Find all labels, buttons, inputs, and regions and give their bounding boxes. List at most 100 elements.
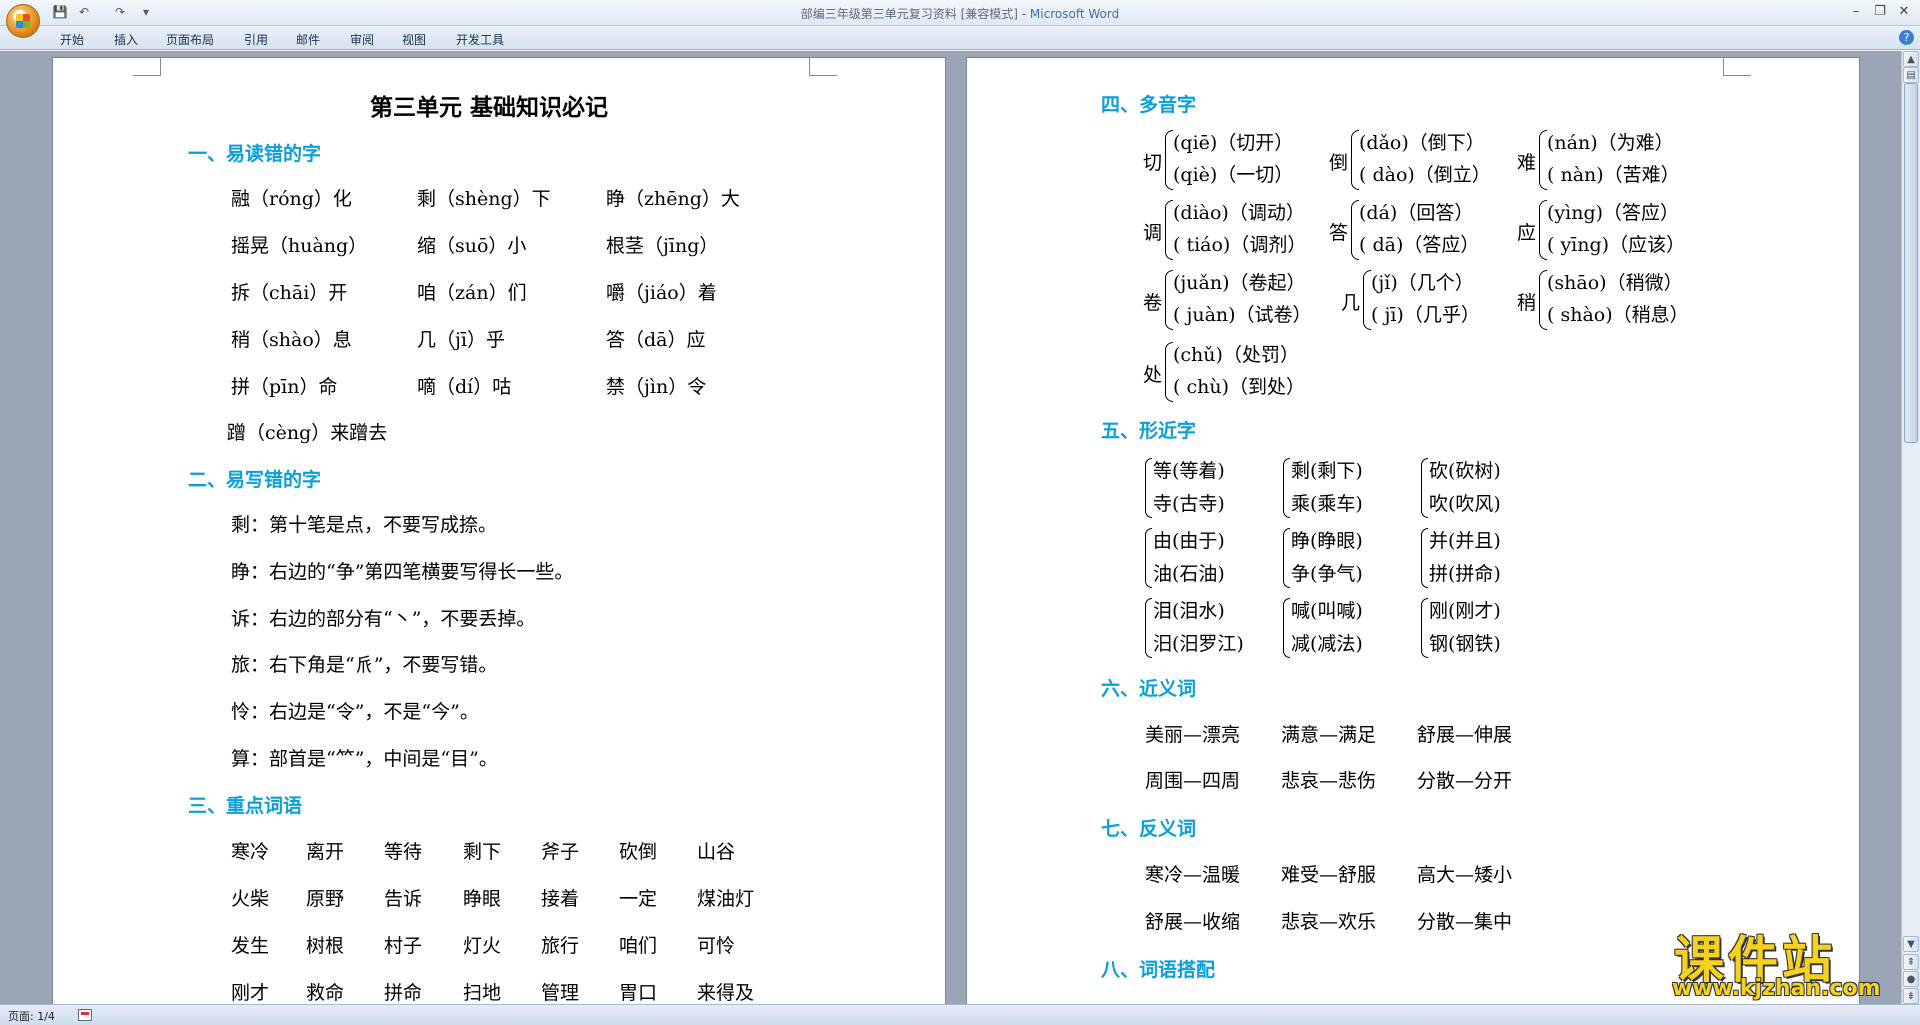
polyphone-char: 处 bbox=[1143, 364, 1163, 386]
office-button[interactable] bbox=[6, 4, 40, 38]
brace bbox=[1351, 200, 1359, 260]
brace bbox=[1539, 130, 1547, 190]
writing-note: 算：部首是“⺮”，中间是“目”。 bbox=[231, 748, 498, 770]
vertical-scrollbar[interactable]: ▲ ▤ ▼ ⇞ ● ⇟ bbox=[1901, 51, 1920, 1004]
similar-char: 喊(叫喊) bbox=[1291, 600, 1363, 622]
document-workspace: 第三单元 基础知识必记 一、易读错的字 融（róng）化 剩（shèng）下 睁… bbox=[0, 51, 1901, 1004]
section-heading: 五、形近字 bbox=[1101, 420, 1197, 442]
word-pair: 舒展—收缩 bbox=[1145, 911, 1241, 933]
writing-note: 剩：第十笔是点，不要写成捺。 bbox=[231, 514, 498, 536]
reading: ( jī)（几乎） bbox=[1371, 304, 1480, 326]
help-icon[interactable]: ? bbox=[1899, 30, 1914, 45]
pinyin-item: 摇晃（huàng） bbox=[231, 235, 368, 257]
brace bbox=[1539, 270, 1547, 330]
word-pair: 寒冷—温暖 bbox=[1145, 864, 1241, 886]
brace bbox=[1363, 270, 1371, 330]
vocab-word: 火柴 bbox=[231, 888, 270, 910]
tab-mailings[interactable]: 邮件 bbox=[296, 31, 320, 48]
reading: (qiē)（切开） bbox=[1173, 132, 1294, 154]
similar-char: 剩(剩下) bbox=[1291, 460, 1363, 482]
similar-char: 吹(吹风) bbox=[1429, 493, 1501, 515]
pinyin-item: 缩（suō）小 bbox=[417, 235, 527, 257]
vocab-word: 山谷 bbox=[697, 841, 736, 863]
brace bbox=[1145, 458, 1152, 518]
pinyin-item: 几（jī）乎 bbox=[417, 329, 505, 351]
similar-char: 汨(汨罗江) bbox=[1153, 633, 1244, 655]
word-pair: 分散—集中 bbox=[1417, 911, 1513, 933]
pinyin-item: 拆（chāi）开 bbox=[231, 282, 348, 304]
status-bar: 页面: 1/4 bbox=[0, 1004, 1920, 1025]
vocab-word: 来得及 bbox=[697, 982, 755, 1004]
crop-mark bbox=[1723, 58, 1751, 76]
pinyin-item: 睁（zhēng）大 bbox=[606, 188, 740, 210]
reading: ( nàn)（苦难） bbox=[1547, 164, 1680, 186]
reading: ( shào)（稍息） bbox=[1547, 304, 1689, 326]
tab-home[interactable]: 开始 bbox=[60, 31, 84, 48]
proofing-icon[interactable] bbox=[78, 1009, 92, 1021]
similar-char: 减(减法) bbox=[1291, 633, 1363, 655]
word-pair: 满意—满足 bbox=[1281, 724, 1377, 746]
tab-page-layout[interactable]: 页面布局 bbox=[166, 31, 214, 48]
word-pair: 舒展—伸展 bbox=[1417, 724, 1513, 746]
close-icon[interactable]: ✕ bbox=[1894, 3, 1914, 21]
polyphone-char: 难 bbox=[1517, 152, 1537, 174]
polyphone-char: 几 bbox=[1341, 292, 1361, 314]
vocab-word: 离开 bbox=[306, 841, 345, 863]
tab-review[interactable]: 审阅 bbox=[350, 31, 374, 48]
brace bbox=[1539, 200, 1547, 260]
title-bar: 💾 ↶ ↷ ▾ 部编三年级第三单元复习资料 [兼容模式] - Microsoft… bbox=[0, 0, 1920, 38]
vocab-word: 管理 bbox=[541, 982, 580, 1004]
brace bbox=[1421, 458, 1428, 518]
polyphone-char: 倒 bbox=[1329, 152, 1349, 174]
writing-note: 旅：右下角是“𠂢”，不要写错。 bbox=[231, 654, 498, 676]
document-title: 第三单元 基础知识必记 bbox=[370, 94, 609, 121]
pinyin-item: 根茎（jīng） bbox=[606, 235, 719, 257]
polyphone-char: 调 bbox=[1143, 222, 1163, 244]
reading: (jǐ)（几个） bbox=[1371, 272, 1474, 294]
reading: ( tiáo)（调剂） bbox=[1173, 234, 1307, 256]
tab-references[interactable]: 引用 bbox=[244, 31, 268, 48]
section-heading: 八、词语搭配 bbox=[1101, 959, 1216, 981]
pinyin-item: 嘀（dí）咕 bbox=[417, 376, 512, 398]
ribbon-tabs: 开始 插入 页面布局 引用 邮件 审阅 视图 开发工具 ? bbox=[0, 26, 1920, 50]
word-pair: 周围—四周 bbox=[1145, 770, 1241, 792]
vocab-word: 灯火 bbox=[463, 935, 502, 957]
similar-char: 争(争气) bbox=[1291, 563, 1363, 585]
similar-char: 由(由于) bbox=[1153, 530, 1225, 552]
reading: ( chù)（到处） bbox=[1173, 376, 1305, 398]
word-pair: 悲哀—悲伤 bbox=[1281, 770, 1377, 792]
scroll-up-icon[interactable]: ▲ bbox=[1903, 51, 1919, 67]
scroll-thumb[interactable] bbox=[1904, 83, 1918, 443]
reading: (nán)（为难） bbox=[1547, 132, 1674, 154]
crop-mark bbox=[133, 58, 161, 76]
vocab-word: 发生 bbox=[231, 935, 270, 957]
polyphone-char: 应 bbox=[1517, 222, 1537, 244]
brace bbox=[1145, 598, 1152, 658]
vocab-word: 等待 bbox=[384, 841, 423, 863]
writing-note: 睁：右边的“争”第四笔横要写得长一些。 bbox=[231, 561, 574, 583]
tab-view[interactable]: 视图 bbox=[402, 31, 426, 48]
maximize-icon[interactable]: ❐ bbox=[1870, 3, 1890, 21]
minimize-icon[interactable]: – bbox=[1846, 3, 1866, 21]
pinyin-item: 剩（shèng）下 bbox=[417, 188, 551, 210]
ruler-toggle-icon[interactable]: ▤ bbox=[1903, 67, 1919, 83]
tab-developer[interactable]: 开发工具 bbox=[456, 31, 504, 48]
vocab-word: 接着 bbox=[541, 888, 580, 910]
word-pair: 分散—分开 bbox=[1417, 770, 1513, 792]
vocab-word: 胃口 bbox=[619, 982, 658, 1004]
vocab-word: 拼命 bbox=[384, 982, 423, 1004]
section-heading: 三、重点词语 bbox=[188, 795, 303, 817]
page-indicator[interactable]: 页面: 1/4 bbox=[8, 1008, 55, 1024]
vocab-word: 原野 bbox=[306, 888, 345, 910]
tab-insert[interactable]: 插入 bbox=[114, 31, 138, 48]
reading: (chǔ)（处罚） bbox=[1173, 344, 1299, 366]
reading: (yìng)（答应） bbox=[1547, 202, 1680, 224]
similar-char: 乘(乘车) bbox=[1291, 493, 1363, 515]
brace bbox=[1283, 528, 1290, 588]
section-heading: 六、近义词 bbox=[1101, 678, 1197, 700]
document-name: 部编三年级第三单元复习资料 [兼容模式] - bbox=[800, 7, 1030, 21]
pinyin-item: 蹭（cèng）来蹭去 bbox=[227, 422, 388, 444]
brace bbox=[1351, 130, 1359, 190]
pinyin-item: 禁（jìn）令 bbox=[606, 376, 707, 398]
vocab-word: 一定 bbox=[619, 888, 658, 910]
